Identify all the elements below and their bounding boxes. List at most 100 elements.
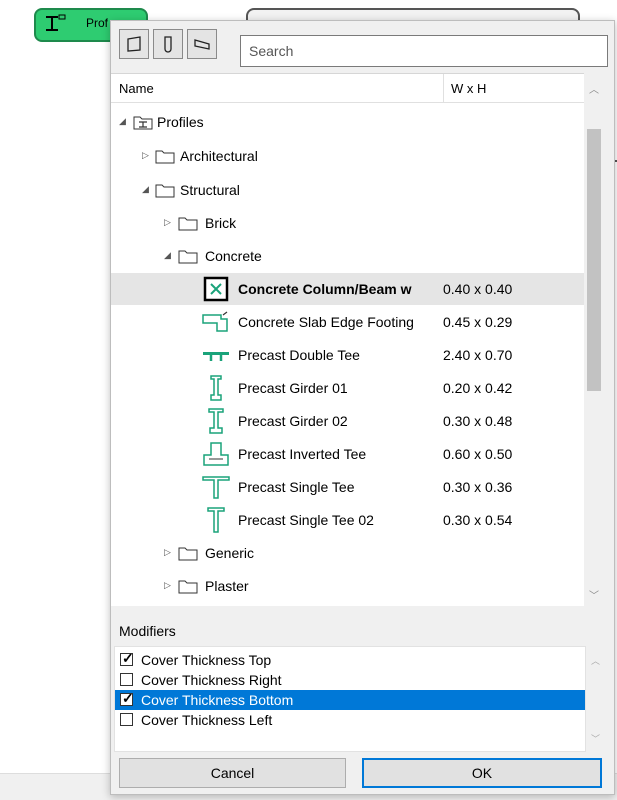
tree-row-precast-inverted-tee[interactable]: Precast Inverted Tee 0.60 x 0.50 [111, 438, 584, 470]
tree-row-label: Concrete Column/Beam w [238, 281, 412, 297]
tree-row-size: 0.30 x 0.48 [443, 413, 513, 429]
tree-row-label: Precast Inverted Tee [238, 446, 367, 462]
tree-row-slab-edge-footing[interactable]: Concrete Slab Edge Footing 0.45 x 0.29 [111, 306, 584, 338]
folder-open-icon [155, 184, 175, 198]
modifier-checkbox[interactable]: ✓ [120, 650, 134, 666]
search-input[interactable] [240, 35, 608, 67]
tree-row-label: Concrete [205, 248, 262, 264]
collapse-arrow-icon[interactable]: ◢ [142, 185, 150, 194]
tree-row-size: 0.40 x 0.40 [443, 281, 513, 297]
folder-icon [178, 547, 198, 561]
tree-row-label: Precast Girder 01 [238, 380, 348, 396]
folder-icon [155, 150, 175, 164]
modifier-checkbox[interactable]: ✓ [120, 690, 134, 706]
double-tee-icon [203, 352, 229, 361]
tree-row-precast-single-tee-02[interactable]: Precast Single Tee 02 0.30 x 0.54 [111, 504, 584, 536]
folder-icon [178, 580, 198, 594]
tree-row-label: Generic [205, 545, 255, 561]
tree-row-precast-double-tee[interactable]: Precast Double Tee 2.40 x 0.70 [111, 339, 584, 371]
scroll-up-icon[interactable]: ︿ [591, 654, 600, 667]
column-beam-profile-icon [203, 276, 229, 302]
tree-row-label: Concrete Slab Edge Footing [238, 314, 414, 330]
tree-scrollbar[interactable]: ︿ ﹀ [584, 73, 604, 605]
single-tee-icon [207, 507, 225, 533]
tree-row-label: Structural [180, 182, 240, 198]
modifier-cover-thickness-right[interactable]: Cover Thickness Right [115, 670, 585, 690]
tree-row-label: Precast Single Tee 02 [238, 512, 374, 528]
profile-picker-dialog: Name W x H ◢ Profiles ▷ Architectural ◢ [110, 20, 615, 795]
profile-tree: Name W x H ◢ Profiles ▷ Architectural ◢ [111, 73, 584, 606]
modifiers-scrollbar[interactable]: ︿ ﹀ [586, 646, 604, 750]
profile-icon [46, 14, 66, 31]
tree-row-size: 0.30 x 0.54 [443, 512, 513, 528]
collapse-arrow-icon[interactable]: ◢ [119, 117, 127, 126]
tree-row-label: Architectural [180, 148, 258, 164]
folder-open-icon [178, 250, 198, 264]
tree-row-generic[interactable]: ▷ Generic [111, 537, 584, 569]
filter-beam-button[interactable] [187, 29, 217, 59]
checkmark-icon: ✓ [122, 690, 134, 706]
single-tee-icon [202, 476, 230, 499]
tree-row-profiles[interactable]: ◢ Profiles [111, 106, 584, 138]
tree-row-size: 0.30 x 0.36 [443, 479, 513, 495]
cancel-button[interactable]: Cancel [119, 758, 346, 788]
tree-row-label: Precast Single Tee [238, 479, 355, 495]
tree-row-label: Brick [205, 215, 237, 231]
tree-row-label: Plaster [205, 578, 249, 594]
modifiers-list: ✓ Cover Thickness Top Cover Thickness Ri… [114, 646, 586, 752]
beam-profile-icon [194, 39, 210, 50]
column-profile-icon [164, 36, 172, 53]
expand-arrow-icon[interactable]: ▷ [164, 548, 172, 557]
girder-icon [208, 408, 224, 434]
ok-button[interactable]: OK [362, 758, 602, 788]
expand-arrow-icon[interactable]: ▷ [164, 581, 172, 590]
profiles-folder-icon [133, 116, 153, 130]
slab-edge-footing-icon [202, 311, 228, 332]
tree-row-label: Precast Double Tee [238, 347, 360, 363]
tree-row-brick[interactable]: ▷ Brick [111, 207, 584, 239]
tree-row-size: 0.20 x 0.42 [443, 380, 513, 396]
tree-row-precast-girder-02[interactable]: Precast Girder 02 0.30 x 0.48 [111, 405, 584, 437]
tree-header: Name W x H [111, 74, 584, 103]
column-header-name[interactable]: Name [119, 81, 154, 96]
tree-row-label: Profiles [157, 114, 204, 130]
checkmark-icon: ✓ [122, 650, 134, 666]
tree-row-size: 0.45 x 0.29 [443, 314, 513, 330]
background-tab-label: Prof [86, 16, 109, 30]
scroll-down-icon[interactable]: ﹀ [589, 587, 599, 602]
tree-row-precast-girder-01[interactable]: Precast Girder 01 0.20 x 0.42 [111, 372, 584, 404]
modifier-checkbox[interactable] [120, 713, 133, 726]
tree-row-label: Precast Girder 02 [238, 413, 348, 429]
expand-arrow-icon[interactable]: ▷ [142, 151, 150, 160]
tree-row-size: 0.60 x 0.50 [443, 446, 513, 462]
tree-row-architectural[interactable]: ▷ Architectural [111, 140, 584, 172]
column-header-size[interactable]: W x H [451, 81, 486, 96]
modifier-label: Cover Thickness Left [141, 712, 273, 728]
collapse-arrow-icon[interactable]: ◢ [164, 251, 172, 260]
modifier-label: Cover Thickness Right [141, 672, 282, 688]
filter-wall-button[interactable] [119, 29, 149, 59]
tree-row-concrete[interactable]: ◢ Concrete [111, 240, 584, 272]
modifiers-heading: Modifiers [119, 623, 176, 639]
tree-row-plaster[interactable]: ▷ Plaster [111, 570, 584, 602]
tree-row-size: 2.40 x 0.70 [443, 347, 513, 363]
modifier-label: Cover Thickness Top [141, 652, 272, 668]
scroll-thumb[interactable] [587, 129, 601, 391]
tree-row-structural[interactable]: ◢ Structural [111, 174, 584, 206]
modifier-checkbox[interactable] [120, 673, 133, 686]
folder-icon [178, 217, 198, 231]
scroll-down-icon[interactable]: ﹀ [591, 732, 600, 745]
scroll-up-icon[interactable]: ︿ [589, 81, 599, 96]
wall-profile-icon [127, 36, 141, 52]
tree-row-precast-single-tee[interactable]: Precast Single Tee 0.30 x 0.36 [111, 471, 584, 503]
inverted-tee-icon [203, 442, 229, 466]
modifier-cover-thickness-left[interactable]: Cover Thickness Left [115, 710, 585, 730]
girder-icon [210, 375, 222, 401]
filter-column-button[interactable] [153, 29, 183, 59]
modifier-cover-thickness-top[interactable]: ✓ Cover Thickness Top [115, 650, 585, 670]
modifier-label: Cover Thickness Bottom [141, 692, 294, 708]
tree-row-concrete-column-beam[interactable]: Concrete Column/Beam w 0.40 x 0.40 [111, 273, 584, 305]
modifier-cover-thickness-bottom[interactable]: ✓ Cover Thickness Bottom [115, 690, 585, 710]
expand-arrow-icon[interactable]: ▷ [164, 218, 172, 227]
column-divider[interactable] [443, 74, 444, 102]
